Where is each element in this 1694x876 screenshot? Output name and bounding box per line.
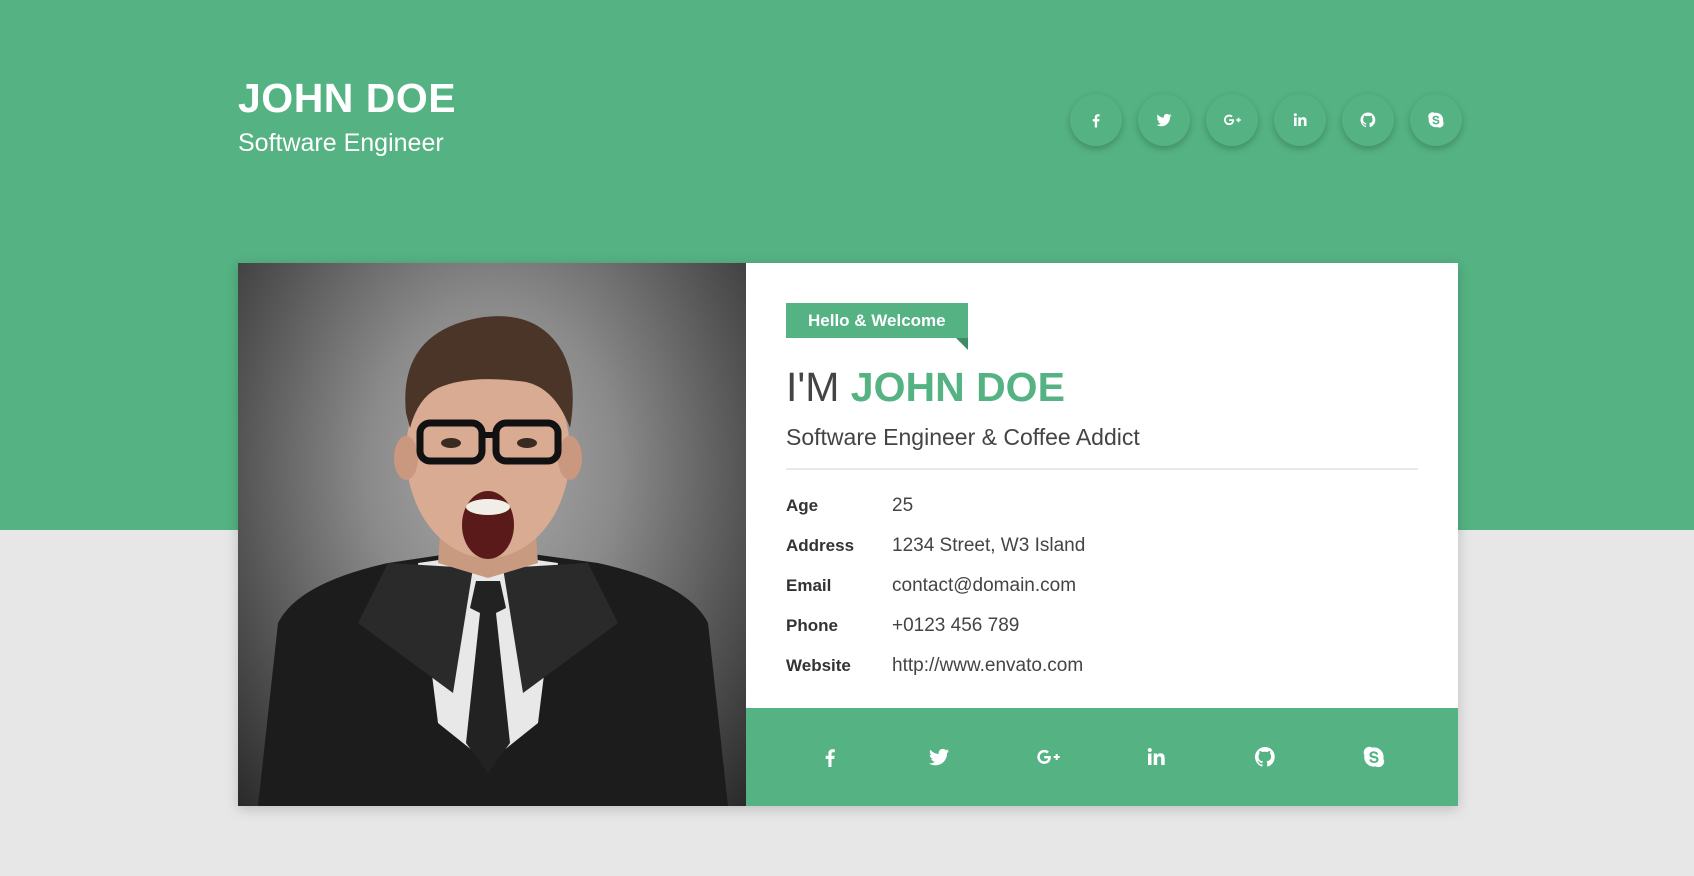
detail-value[interactable]: contact@domain.com [892,575,1076,597]
person-illustration [258,316,728,806]
profile-card: Hello & Welcome I'M JOHN DOE Software En… [238,263,1458,806]
detail-row-website: Website http://www.envato.com [786,646,1418,686]
twitter-icon [928,748,949,766]
card-skype-link[interactable] [1354,737,1394,777]
card-linkedin-link[interactable] [1136,737,1176,777]
header-social-links [1070,94,1462,146]
linkedin-link[interactable] [1274,94,1326,146]
detail-row-age: Age 25 [786,486,1418,526]
github-icon [1254,747,1275,767]
detail-value: 25 [892,495,914,516]
twitter-link[interactable] [1138,94,1190,146]
google-plus-link[interactable] [1206,94,1258,146]
card-github-link[interactable] [1245,737,1285,777]
detail-value[interactable]: http://www.envato.com [892,655,1083,677]
github-icon [1360,112,1376,128]
welcome-ribbon: Hello & Welcome [786,303,968,350]
details-list: Age 25 Address 1234 Street, W3 Island Em… [786,486,1418,686]
detail-label: Age [786,496,819,515]
linkedin-icon [1293,113,1307,126]
headline-prefix: I'M [786,364,851,410]
headline: I'M JOHN DOE [786,364,1418,410]
skype-link[interactable] [1410,94,1462,146]
facebook-link[interactable] [1070,94,1122,146]
google-plus-icon [1036,749,1060,764]
headline-name: JOHN DOE [850,364,1065,410]
tagline: Software Engineer & Coffee Addict [786,424,1140,450]
card-twitter-link[interactable] [919,737,959,777]
brand-name: JOHN DOE [238,75,457,121]
detail-row-phone: Phone +0123 456 789 [786,606,1418,646]
detail-label: Address [786,536,855,555]
profile-info: Hello & Welcome I'M JOHN DOE Software En… [746,263,1458,806]
skype-icon [1363,746,1384,768]
detail-label: Website [786,656,851,675]
detail-row-address: Address 1234 Street, W3 Island [786,526,1418,566]
detail-label: Email [786,576,832,595]
google-plus-icon [1223,114,1241,126]
github-link[interactable] [1342,94,1394,146]
card-social-bar [746,708,1458,806]
card-facebook-link[interactable] [810,737,850,777]
card-google-plus-link[interactable] [1028,737,1068,777]
detail-value: +0123 456 789 [892,615,1020,636]
detail-label: Phone [786,616,838,635]
detail-value: 1234 Street, W3 Island [892,535,1086,556]
skype-icon [1428,112,1444,128]
facebook-icon [826,749,836,767]
detail-row-email: Email contact@domain.com [786,566,1418,606]
profile-photo [238,263,746,806]
twitter-icon [1156,113,1172,127]
brand-role: Software Engineer [238,129,444,157]
divider [786,468,1418,470]
facebook-icon [1092,114,1100,128]
linkedin-icon [1147,748,1165,765]
brand: JOHN DOE Software Engineer [238,76,456,160]
